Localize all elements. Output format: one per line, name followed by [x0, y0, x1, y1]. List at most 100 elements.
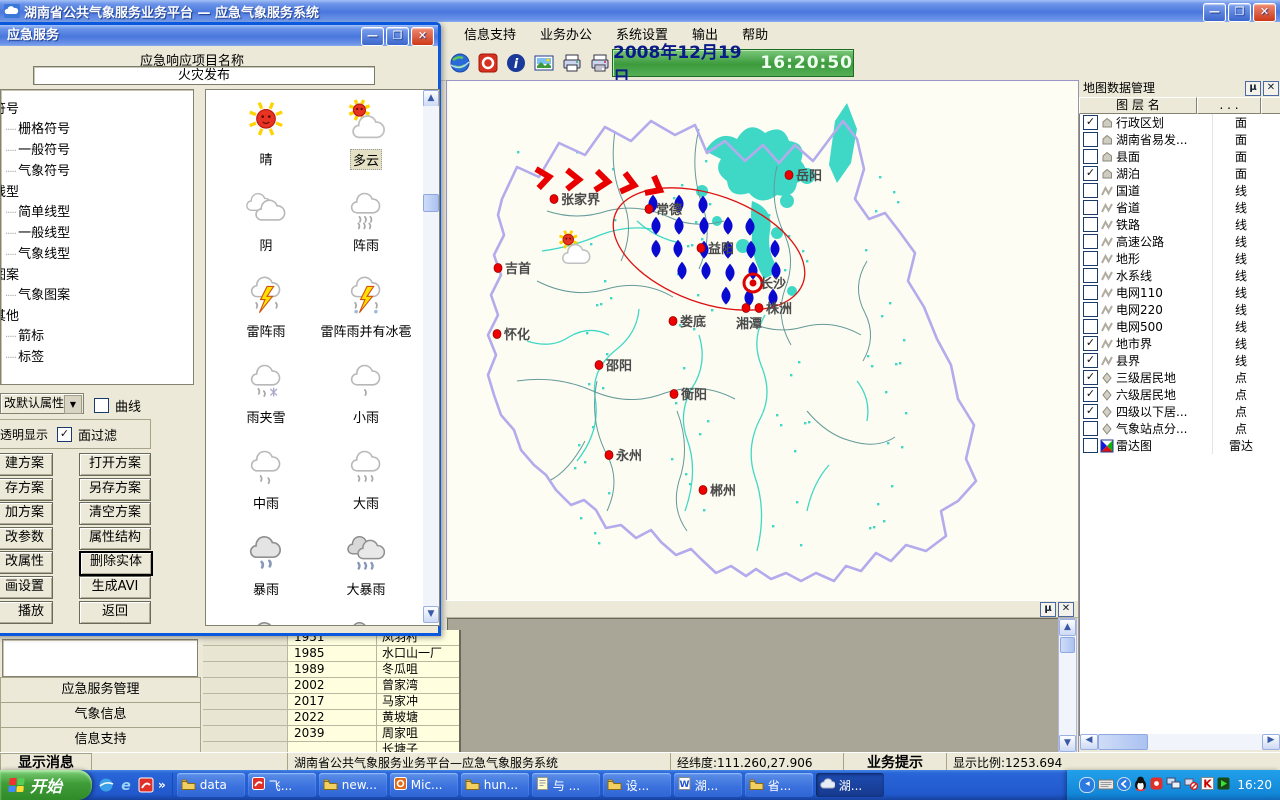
globe-icon[interactable]: [448, 51, 472, 75]
show-message-cell[interactable]: 显示消息: [0, 753, 92, 771]
dialog-button-存方案[interactable]: 存方案: [0, 478, 53, 501]
emergency-service-mgmt-button[interactable]: 应急服务管理: [0, 677, 201, 704]
layer-row-电网110[interactable]: 电网110线: [1080, 284, 1280, 301]
symbol-sun-cloud[interactable]: 多云: [314, 98, 418, 170]
layer-row-行政区划[interactable]: ✓行政区划面: [1080, 114, 1280, 131]
layer-row-水系线[interactable]: 水系线线: [1080, 267, 1280, 284]
layer-checkbox[interactable]: [1083, 132, 1098, 147]
symbol-cloud-rain3[interactable]: 大雨: [314, 442, 418, 512]
dialog-button-另存方案[interactable]: 另存方案: [79, 478, 151, 501]
taskbar-task-省...[interactable]: 省...: [745, 773, 813, 797]
layer-row-县界[interactable]: ✓县界线: [1080, 352, 1280, 369]
layer-name-column-header[interactable]: 图 层 名: [1079, 97, 1197, 114]
symbol-cloud-lightning[interactable]: 雷阵雨: [214, 270, 318, 340]
symbol-clouds[interactable]: 阴: [214, 184, 318, 254]
tree-group-3[interactable]: 其他: [0, 307, 193, 327]
taskbar-task-湖...[interactable]: W湖...: [674, 773, 742, 797]
tree-item-0-1[interactable]: ····· 一般符号: [5, 141, 193, 162]
dialog-button-播放[interactable]: 播放: [0, 601, 53, 624]
layer-row-铁路[interactable]: 铁路线: [1080, 216, 1280, 233]
tray-expand-icon[interactable]: ◂: [1079, 777, 1095, 793]
scroll-down-icon[interactable]: ▼: [1059, 735, 1076, 752]
map-panel[interactable]: 岳阳张家界常德益阳长沙株洲湘潭娄底吉首怀化邵阳衡阳永州郴州: [446, 80, 1080, 602]
qq-penguin-icon[interactable]: [1134, 776, 1147, 794]
face-filter-checkbox[interactable]: ✓面过滤: [54, 425, 117, 444]
layer-row-电网500[interactable]: 电网500线: [1080, 318, 1280, 335]
taskbar-task-new...[interactable]: new...: [319, 773, 387, 797]
table-row[interactable]: 长塘子: [203, 742, 459, 752]
layer-row-地市界[interactable]: ✓地市界线: [1080, 335, 1280, 352]
scroll-down-icon[interactable]: ▼: [423, 606, 439, 623]
taskbar-task-data[interactable]: data: [177, 773, 245, 797]
dialog-minimize-button[interactable]: —: [361, 27, 384, 46]
arrow-circle-icon[interactable]: [1117, 777, 1131, 794]
default-attr-combo[interactable]: 改默认属性▼: [0, 393, 84, 414]
layer-row-地形[interactable]: 地形线: [1080, 250, 1280, 267]
layer-checkbox[interactable]: [1083, 421, 1098, 436]
taskbar-task-与 ...[interactable]: 与 ...: [532, 773, 600, 797]
layer-checkbox[interactable]: [1083, 319, 1098, 334]
layer-row-雷达图[interactable]: 雷达图雷达: [1080, 437, 1280, 454]
scroll-right-icon[interactable]: ▶: [1262, 734, 1280, 750]
stop-icon[interactable]: [476, 51, 500, 75]
tree-group-0[interactable]: 符号: [0, 100, 193, 120]
tree-item-1-0[interactable]: ····· 简单线型: [5, 203, 193, 224]
tree-item-1-1[interactable]: ····· 一般线型: [5, 224, 193, 245]
transparent-label[interactable]: 透明显示: [0, 426, 48, 443]
layer-checkbox[interactable]: ✓: [1083, 336, 1098, 351]
layer-checkbox[interactable]: ✓: [1083, 387, 1098, 402]
layer-checkbox[interactable]: [1083, 302, 1098, 317]
scroll-left-icon[interactable]: ◀: [1080, 734, 1098, 750]
layer-checkbox[interactable]: [1083, 200, 1098, 215]
chevron-down-icon[interactable]: ▼: [64, 395, 82, 414]
symbol-type-tree[interactable]: 符号····· 栅格符号····· 一般符号····· 气象符号线型····· …: [0, 89, 194, 385]
dialog-button-属性结构[interactable]: 属性结构: [79, 527, 151, 550]
business-hint-cell[interactable]: 业务提示: [844, 753, 947, 771]
layer-checkbox[interactable]: ✓: [1083, 115, 1098, 130]
layer-checkbox[interactable]: [1083, 183, 1098, 198]
symbol-cloud-rain2[interactable]: 中雨: [214, 442, 318, 512]
menu-item-1[interactable]: 业务办公: [528, 21, 604, 46]
message-vscrollbar[interactable]: ▲ ▼: [1058, 618, 1077, 753]
layer-checkbox[interactable]: ✓: [1083, 404, 1098, 419]
ie-icon[interactable]: [98, 777, 114, 793]
table-row[interactable]: 1985水口山一厂: [203, 646, 459, 662]
table-row[interactable]: 2017马家冲: [203, 694, 459, 710]
project-name-input[interactable]: 火灾发布: [33, 66, 375, 85]
dialog-button-打开方案[interactable]: 打开方案: [79, 453, 151, 476]
dialog-button-生成AVI[interactable]: 生成AVI: [79, 576, 151, 599]
taskbar-task-飞...[interactable]: 飞...: [248, 773, 316, 797]
dialog-button-返回[interactable]: 返回: [79, 601, 151, 624]
symbol-cloud-sleet[interactable]: 雨夹雪: [214, 356, 318, 426]
tree-item-0-0[interactable]: ····· 栅格符号: [5, 120, 193, 141]
layer-row-省道[interactable]: 省道线: [1080, 199, 1280, 216]
layer-row-湖泊[interactable]: ✓湖泊面: [1080, 165, 1280, 182]
maximize-button[interactable]: ❐: [1228, 3, 1251, 22]
hunan-map[interactable]: 岳阳张家界常德益阳长沙株洲湘潭娄底吉首怀化邵阳衡阳永州郴州: [447, 81, 1079, 601]
tree-item-3-0[interactable]: ····· 箭标: [5, 327, 193, 348]
tree-item-2-0[interactable]: ····· 气象图案: [5, 286, 193, 307]
taskbar-task-hun...[interactable]: hun...: [461, 773, 529, 797]
weather-info-button[interactable]: 气象信息: [0, 702, 201, 729]
tree-group-1[interactable]: 线型: [0, 183, 193, 203]
symbol-cloud-lightning-hail[interactable]: 雷阵雨并有冰雹: [314, 270, 418, 340]
dialog-button-改参数[interactable]: 改参数: [0, 527, 53, 550]
layer-checkbox[interactable]: [1083, 149, 1098, 164]
browser-icon[interactable]: e: [118, 777, 134, 793]
layer-row-三级居民地[interactable]: ✓三级居民地点: [1080, 369, 1280, 386]
dialog-close-button[interactable]: ✕: [411, 27, 434, 46]
layer-checkbox[interactable]: [1083, 285, 1098, 300]
dialog-titlebar[interactable]: 应急服务 — ❐ ✕: [0, 25, 438, 46]
dialog-button-建方案[interactable]: 建方案: [0, 453, 53, 476]
layer-row-气象站点分...[interactable]: 气象站点分...点: [1080, 420, 1280, 437]
fetion-icon[interactable]: [1150, 777, 1163, 793]
map-weather-symbol[interactable]: [554, 229, 594, 269]
close-button[interactable]: ✕: [1253, 3, 1276, 22]
layer-extra-column-header[interactable]: [1261, 97, 1280, 114]
player-icon[interactable]: [1217, 777, 1230, 793]
symbol-cloud-storm2[interactable]: 大暴雨: [314, 528, 418, 598]
taskbar-clock[interactable]: 16:20: [1237, 778, 1272, 792]
taskbar-task-湖...[interactable]: 湖...: [816, 773, 884, 797]
layer-checkbox[interactable]: [1083, 217, 1098, 232]
dialog-button-清空方案[interactable]: 清空方案: [79, 502, 151, 525]
